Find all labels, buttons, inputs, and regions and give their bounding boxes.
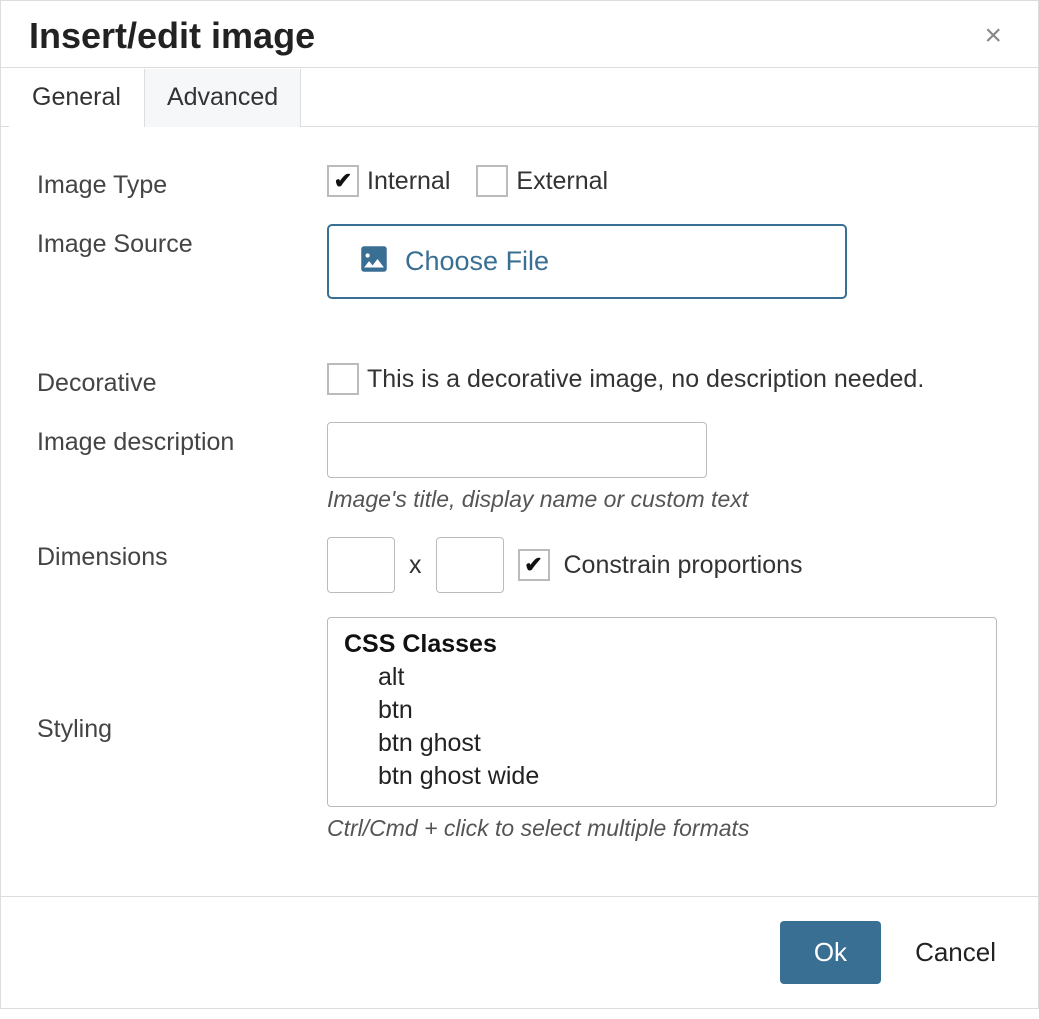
label-external: External [516, 167, 608, 196]
label-dimensions: Dimensions [37, 537, 327, 572]
styling-option[interactable]: btn ghost [344, 727, 980, 760]
tab-bar: General Advanced [1, 67, 1038, 127]
styling-hint: Ctrl/Cmd + click to select multiple form… [327, 815, 1002, 842]
row-decorative: Decorative This is a decorative image, n… [37, 363, 1002, 398]
close-icon[interactable]: × [976, 17, 1010, 55]
dialog-title: Insert/edit image [29, 15, 315, 57]
tab-general[interactable]: General [9, 69, 144, 127]
decorative-option: This is a decorative image, no descripti… [327, 363, 1002, 395]
row-image-source: Image Source Choose File [37, 224, 1002, 299]
label-styling: Styling [37, 715, 327, 744]
styling-group-header: CSS Classes [344, 630, 980, 659]
dialog-header: Insert/edit image × [1, 1, 1038, 67]
row-image-type: Image Type Internal External [37, 165, 1002, 200]
styling-option[interactable]: btn ghost wide [344, 760, 980, 793]
width-input[interactable] [327, 537, 395, 593]
choose-file-label: Choose File [405, 246, 549, 277]
dialog-footer: Ok Cancel [1, 896, 1038, 1008]
dimensions-separator: x [409, 551, 422, 580]
row-dimensions: Dimensions x Constrain proportions [37, 537, 1002, 593]
image-icon [357, 242, 391, 281]
label-decorative: Decorative [37, 363, 327, 398]
dialog-body: Image Type Internal External Image Sourc… [1, 127, 1038, 896]
label-constrain: Constrain proportions [564, 551, 803, 580]
image-description-hint: Image's title, display name or custom te… [327, 486, 1002, 513]
label-decorative-text: This is a decorative image, no descripti… [367, 365, 924, 394]
image-type-options: Internal External [327, 165, 1002, 197]
label-image-description: Image description [37, 422, 327, 457]
tab-advanced[interactable]: Advanced [144, 69, 301, 127]
insert-edit-image-dialog: Insert/edit image × General Advanced Ima… [0, 0, 1039, 1009]
label-internal: Internal [367, 167, 450, 196]
row-styling: Styling CSS Classes alt btn btn ghost bt… [37, 617, 1002, 842]
ok-button[interactable]: Ok [780, 921, 881, 984]
checkbox-decorative[interactable] [327, 363, 359, 395]
label-image-source: Image Source [37, 224, 327, 259]
styling-option[interactable]: alt [344, 661, 980, 694]
choose-file-button[interactable]: Choose File [327, 224, 847, 299]
row-image-description: Image description Image's title, display… [37, 422, 1002, 513]
cancel-button[interactable]: Cancel [909, 936, 1002, 969]
dimensions-fields: x Constrain proportions [327, 537, 1002, 593]
checkbox-constrain[interactable] [518, 549, 550, 581]
styling-listbox[interactable]: CSS Classes alt btn btn ghost btn ghost … [327, 617, 997, 807]
height-input[interactable] [436, 537, 504, 593]
label-image-type: Image Type [37, 165, 327, 200]
image-description-input[interactable] [327, 422, 707, 478]
checkbox-internal[interactable] [327, 165, 359, 197]
checkbox-external[interactable] [476, 165, 508, 197]
styling-option[interactable]: btn [344, 694, 980, 727]
